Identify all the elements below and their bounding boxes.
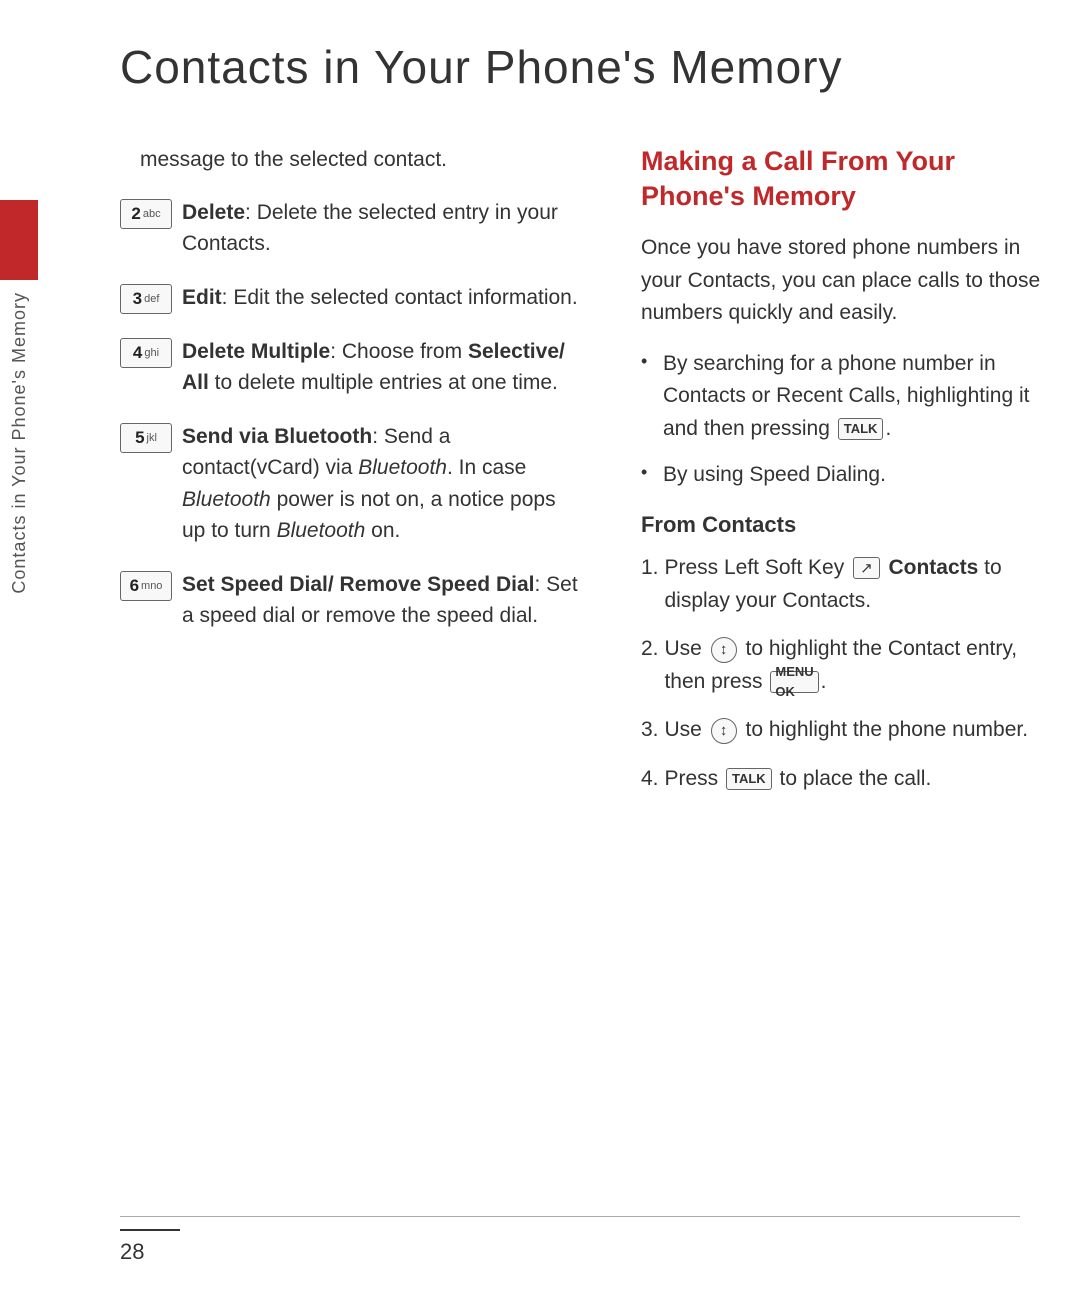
step-3-text: Use ↕ to highlight the phone number. (664, 714, 1028, 747)
nav-key-icon-2: ↕ (711, 718, 737, 744)
page-footer: 28 (120, 1216, 1020, 1265)
talk-key-icon-2: TALK (726, 768, 772, 790)
step-4: 4. Press TALK to place the call. (641, 763, 1060, 796)
menu-item-bluetooth: 5jkl Send via Bluetooth: Send a contact(… (120, 421, 581, 547)
talk-key-icon: TALK (838, 418, 884, 440)
menu-item-speed-dial: 6mno Set Speed Dial/ Remove Speed Dial: … (120, 569, 581, 632)
making-call-intro: Once you have stored phone numbers in yo… (641, 232, 1060, 330)
step-1-num: 1. (641, 552, 659, 585)
key-badge-6mno: 6mno (120, 571, 172, 601)
side-tab-red-block (0, 200, 38, 280)
menu-item-delete: 2abc Delete: Delete the selected entry i… (120, 197, 581, 260)
step-2: 2. Use ↕ to highlight the Contact entry,… (641, 633, 1060, 698)
step-2-text: Use ↕ to highlight the Contact entry, th… (664, 633, 1060, 698)
soft-key-icon: ↗ (853, 557, 880, 579)
step-3: 3. Use ↕ to highlight the phone number. (641, 714, 1060, 747)
step-1-text: Press Left Soft Key ↗ Contacts to displa… (664, 552, 1060, 617)
step-3-num: 3. (641, 714, 659, 747)
nav-key-icon-1: ↕ (711, 637, 737, 663)
bullet-item-speed-dial: By using Speed Dialing. (641, 459, 1060, 492)
menu-text-speed-dial: Set Speed Dial/ Remove Speed Dial: Set a… (182, 569, 581, 632)
menu-text-delete: Delete: Delete the selected entry in you… (182, 197, 581, 260)
footer-divider (120, 1229, 180, 1231)
menu-text-bluetooth: Send via Bluetooth: Send a contact(vCard… (182, 421, 581, 547)
page-container: Contacts in Your Phone's Memory Contacts… (0, 0, 1080, 1295)
key-badge-4ghi: 4ghi (120, 338, 172, 368)
step-2-num: 2. (641, 633, 659, 666)
from-contacts-title: From Contacts (641, 512, 1060, 538)
menu-ok-key-icon: MENUOK (770, 671, 818, 693)
menu-item-edit: 3def Edit: Edit the selected contact inf… (120, 282, 581, 314)
main-content: Contacts in Your Phone's Memory message … (60, 0, 1080, 1295)
side-tab-label: Contacts in Your Phone's Memory (9, 280, 30, 606)
key-badge-5jkl: 5jkl (120, 423, 172, 453)
section-title-making-call: Making a Call From Your Phone's Memory (641, 144, 1060, 214)
menu-text-edit: Edit: Edit the selected contact informat… (182, 282, 578, 314)
page-number: 28 (120, 1239, 144, 1264)
step-1: 1. Press Left Soft Key ↗ Contacts to dis… (641, 552, 1060, 617)
page-title: Contacts in Your Phone's Memory (60, 0, 1080, 124)
side-tab: Contacts in Your Phone's Memory (0, 200, 38, 880)
key-badge-3def: 3def (120, 284, 172, 314)
left-column: message to the selected contact. 2abc De… (120, 144, 591, 811)
left-intro-text: message to the selected contact. (120, 144, 581, 177)
two-column-layout: message to the selected contact. 2abc De… (60, 144, 1080, 811)
menu-item-delete-multiple: 4ghi Delete Multiple: Choose from Select… (120, 336, 581, 399)
menu-text-delete-multiple: Delete Multiple: Choose from Selective/ … (182, 336, 581, 399)
bullet-item-search: By searching for a phone number in Conta… (641, 348, 1060, 446)
bullet-list: By searching for a phone number in Conta… (641, 348, 1060, 492)
step-4-text: Press TALK to place the call. (664, 763, 931, 796)
step-4-num: 4. (641, 763, 659, 796)
numbered-steps: 1. Press Left Soft Key ↗ Contacts to dis… (641, 552, 1060, 795)
key-badge-2abc: 2abc (120, 199, 172, 229)
right-column: Making a Call From Your Phone's Memory O… (631, 144, 1060, 811)
